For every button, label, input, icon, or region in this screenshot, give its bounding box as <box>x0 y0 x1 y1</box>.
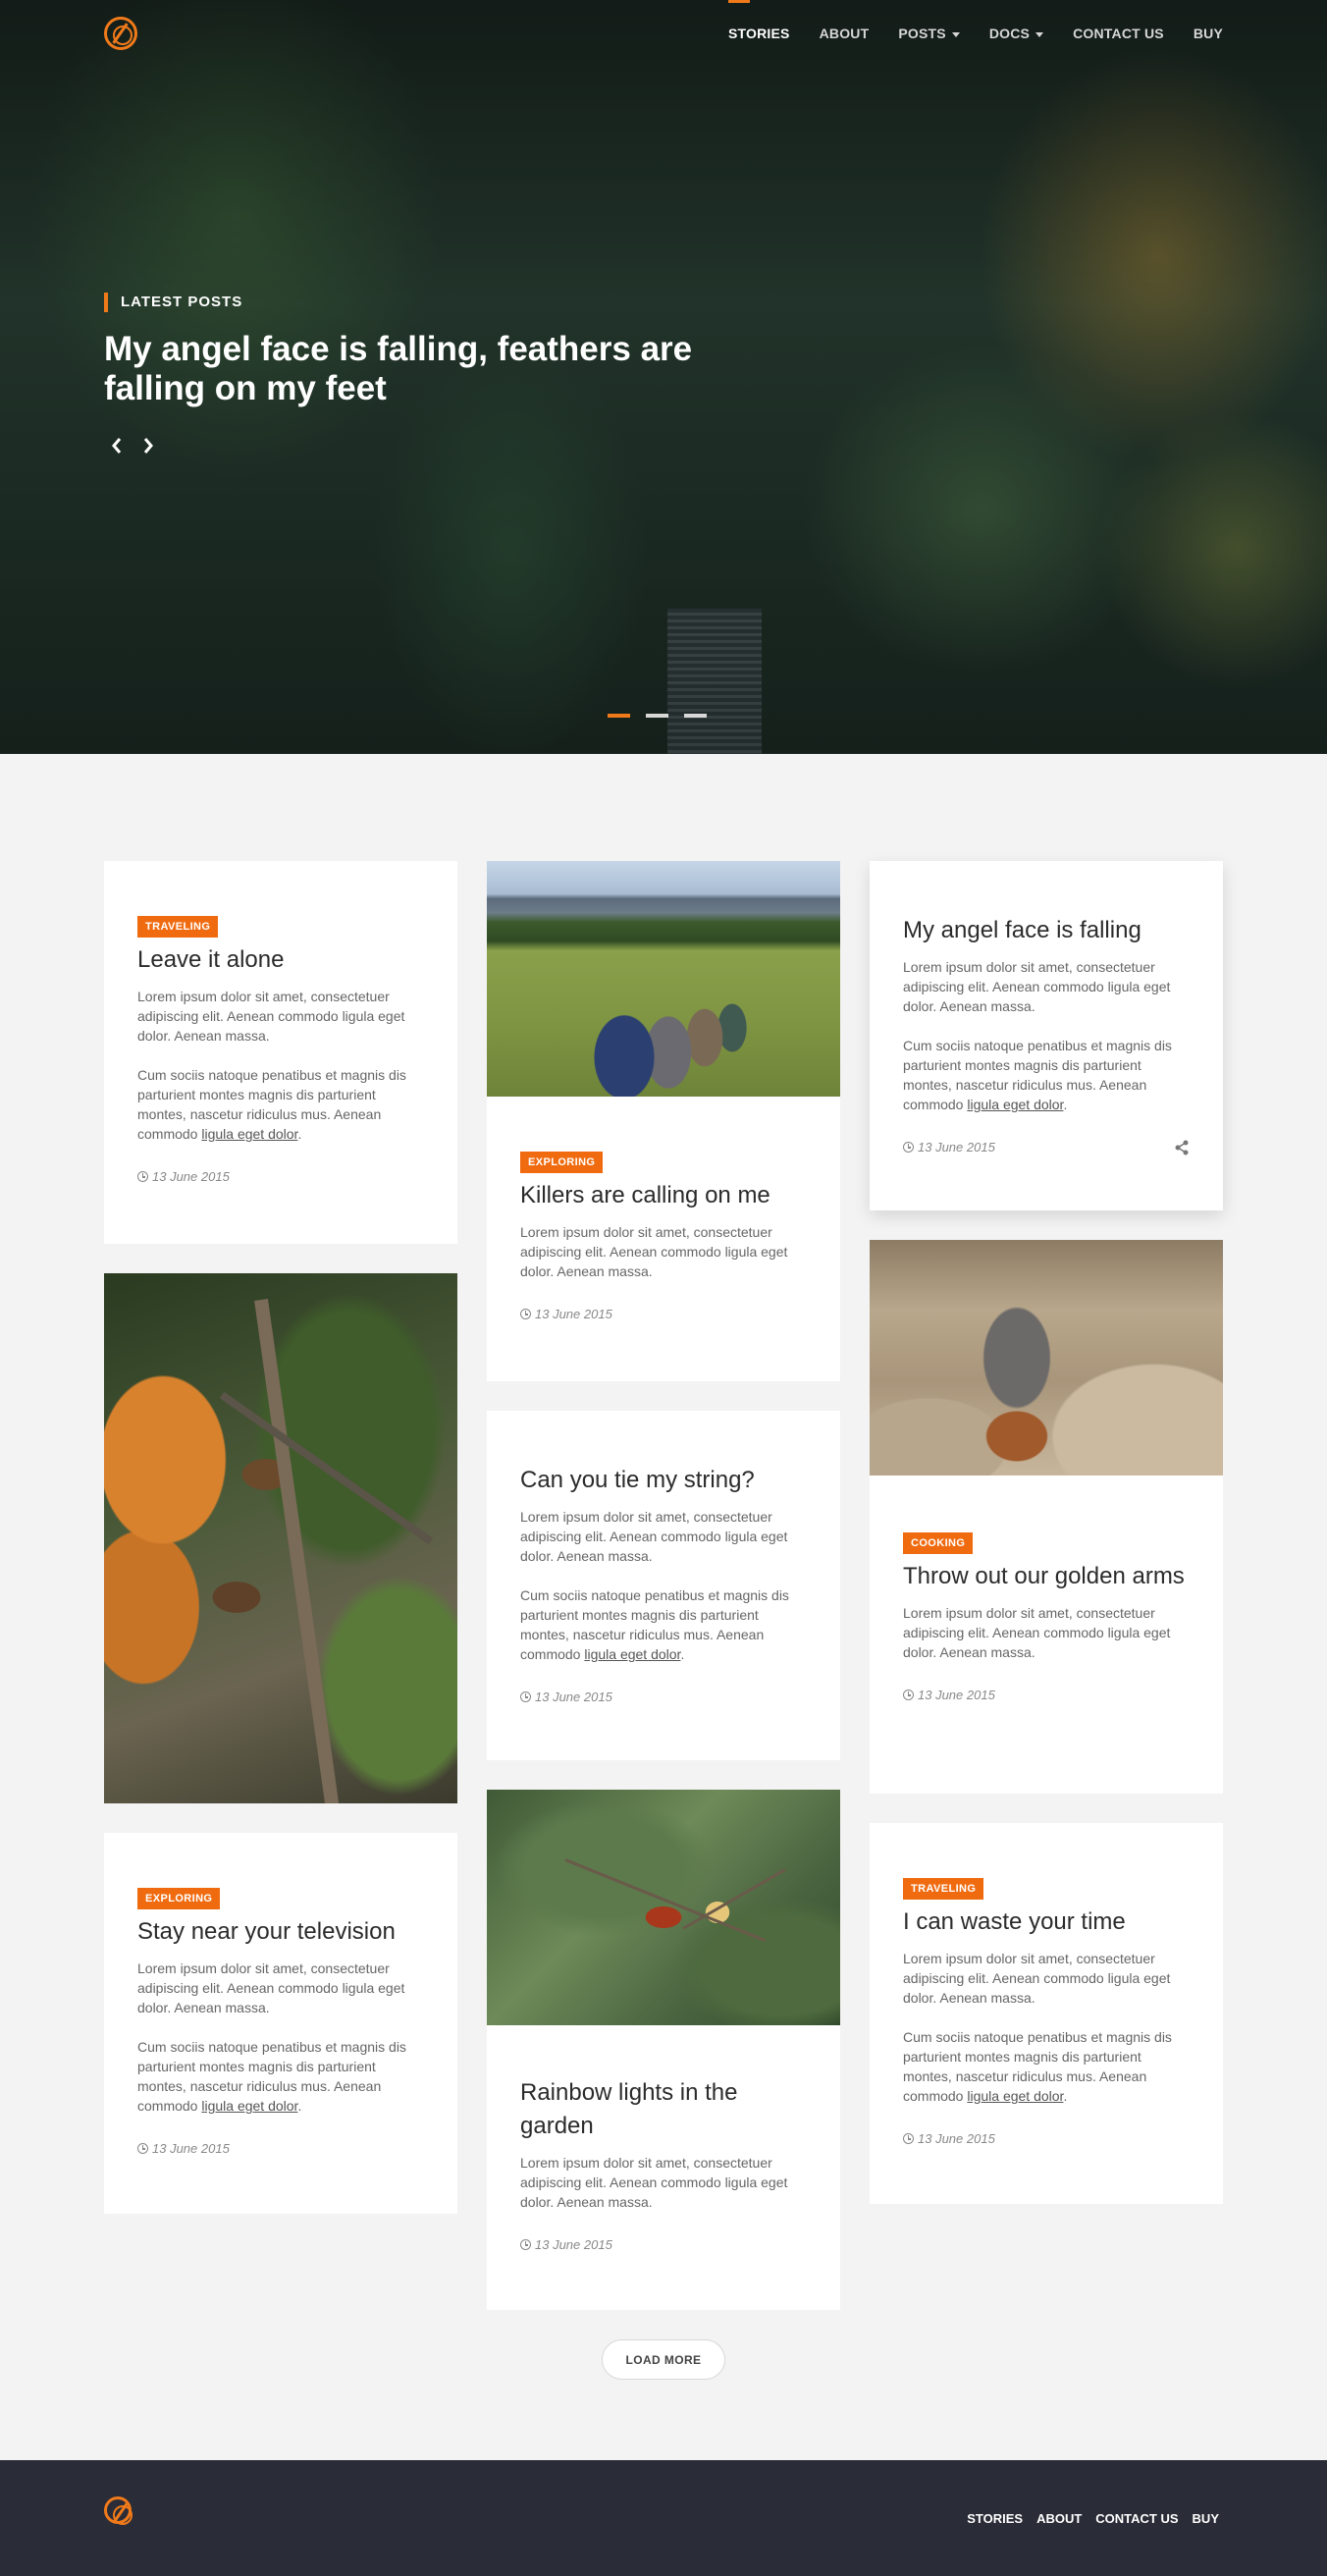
post-excerpt-2: Cum sociis natoque penatibus et magnis d… <box>903 1038 1172 1112</box>
read-more-link[interactable]: ligula eget dolor <box>584 1646 680 1662</box>
post-excerpt-2: Cum sociis natoque penatibus et magnis d… <box>137 2039 406 2114</box>
post-title[interactable]: Can you tie my string? <box>520 1464 807 1497</box>
nav-docs[interactable]: DOCS <box>989 26 1044 41</box>
slider-dot-2[interactable] <box>646 714 668 718</box>
logo-icon[interactable] <box>104 2496 133 2525</box>
clock-icon <box>903 1142 914 1153</box>
footer-nav-stories[interactable]: STORIES <box>967 2511 1023 2526</box>
hero-kicker: LATEST POSTS <box>104 293 242 312</box>
post-excerpt-2: Cum sociis natoque penatibus et magnis d… <box>903 2029 1172 2104</box>
post-date: 13 June 2015 <box>903 2131 1190 2146</box>
post-date: 13 June 2015 <box>520 1307 807 1321</box>
post-card-can-you-tie-my-string[interactable]: Can you tie my string? Lorem ipsum dolor… <box>487 1411 840 1760</box>
clock-icon <box>903 2133 914 2144</box>
nav-posts[interactable]: POSTS <box>898 26 960 41</box>
clock-icon <box>520 1309 531 1319</box>
post-title[interactable]: Stay near your television <box>137 1915 424 1949</box>
main-nav: STORIES ABOUT POSTS DOCS CONTACT US BUY <box>727 0 1223 41</box>
share-icon[interactable] <box>1174 1140 1190 1155</box>
category-tag[interactable]: TRAVELING <box>137 916 219 938</box>
read-more-link[interactable]: ligula eget dolor <box>967 1097 1063 1112</box>
read-more-link[interactable]: ligula eget dolor <box>967 2088 1063 2104</box>
post-card-rainbow-lights-in-the-garden[interactable]: Rainbow lights in the garden Lorem ipsum… <box>487 1790 840 2310</box>
load-more-button[interactable]: LOAD MORE <box>602 2339 725 2380</box>
post-date: 13 June 2015 <box>903 1688 1190 1702</box>
slider-dots <box>608 714 707 718</box>
image-hiking-legs[interactable] <box>104 1273 457 1803</box>
image-berries[interactable] <box>487 1790 840 2025</box>
hero-arrows <box>110 436 155 456</box>
post-excerpt: Lorem ipsum dolor sit amet, consectetuer… <box>520 1224 788 1279</box>
image-hikers[interactable] <box>487 861 840 1097</box>
nav-buy[interactable]: BUY <box>1194 26 1223 41</box>
post-card-leave-it-alone[interactable]: TRAVELING Leave it alone Lorem ipsum dol… <box>104 861 457 1244</box>
read-more-link[interactable]: ligula eget dolor <box>201 2098 297 2114</box>
post-excerpt-2: Cum sociis natoque penatibus et magnis d… <box>520 1587 789 1662</box>
clock-icon <box>137 2143 148 2154</box>
category-tag[interactable]: COOKING <box>903 1532 974 1554</box>
footer-nav-contact-us[interactable]: CONTACT US <box>1095 2511 1178 2526</box>
clock-icon <box>520 2239 531 2250</box>
slider-dot-1[interactable] <box>608 714 630 718</box>
post-title[interactable]: I can waste your time <box>903 1905 1190 1939</box>
post-date: 13 June 2015 <box>520 1690 807 1704</box>
footer-nav: STORIES ABOUT CONTACT US BUY <box>967 2511 1219 2526</box>
post-card-throw-out-our-golden-arms[interactable]: COOKING Throw out our golden arms Lorem … <box>870 1240 1223 1794</box>
post-date: 13 June 2015 <box>903 1140 1190 1154</box>
chevron-right-icon[interactable] <box>141 436 155 456</box>
post-excerpt: Lorem ipsum dolor sit amet, consectetuer… <box>520 2155 788 2210</box>
post-title[interactable]: Rainbow lights in the garden <box>520 2076 807 2143</box>
logo-icon[interactable] <box>104 17 137 50</box>
clock-icon <box>137 1171 148 1182</box>
chevron-left-icon[interactable] <box>110 436 124 456</box>
post-title[interactable]: My angel face is falling <box>903 914 1190 947</box>
post-title[interactable]: Killers are calling on me <box>520 1179 807 1212</box>
post-card-my-angel-face-is-falling[interactable]: My angel face is falling Lorem ipsum dol… <box>870 861 1223 1210</box>
read-more-link[interactable]: ligula eget dolor <box>201 1126 297 1142</box>
clock-icon <box>520 1691 531 1702</box>
footer-nav-buy[interactable]: BUY <box>1193 2511 1219 2526</box>
post-excerpt: Lorem ipsum dolor sit amet, consectetuer… <box>137 989 405 1044</box>
nav-contact-us[interactable]: CONTACT US <box>1073 26 1164 41</box>
clock-icon <box>903 1690 914 1700</box>
hero-slider: STORIES ABOUT POSTS DOCS CONTACT US BUY … <box>0 0 1327 754</box>
post-title[interactable]: Leave it alone <box>137 943 424 977</box>
footer-nav-about[interactable]: ABOUT <box>1036 2511 1082 2526</box>
caret-down-icon <box>1035 31 1044 37</box>
caret-down-icon <box>951 31 960 37</box>
post-date: 13 June 2015 <box>137 2141 424 2156</box>
post-card-stay-near-your-television[interactable]: EXPLORING Stay near your television Lore… <box>104 1833 457 2214</box>
post-card-i-can-waste-your-time[interactable]: TRAVELING I can waste your time Lorem ip… <box>870 1823 1223 2204</box>
category-tag[interactable]: TRAVELING <box>903 1878 984 1900</box>
nav-about[interactable]: ABOUT <box>820 26 870 41</box>
nav-stories[interactable]: STORIES <box>727 0 790 41</box>
post-excerpt: Lorem ipsum dolor sit amet, consectetuer… <box>137 1960 405 2015</box>
post-excerpt: Lorem ipsum dolor sit amet, consectetuer… <box>903 1951 1171 2006</box>
post-title[interactable]: Throw out our golden arms <box>903 1560 1190 1593</box>
post-date: 13 June 2015 <box>137 1169 424 1184</box>
category-tag[interactable]: EXPLORING <box>137 1888 221 1909</box>
category-tag[interactable]: EXPLORING <box>520 1152 604 1173</box>
post-excerpt-2: Cum sociis natoque penatibus et magnis d… <box>137 1067 406 1142</box>
post-excerpt: Lorem ipsum dolor sit amet, consectetuer… <box>520 1509 788 1564</box>
post-excerpt: Lorem ipsum dolor sit amet, consectetuer… <box>903 1605 1171 1660</box>
slider-dot-3[interactable] <box>684 714 707 718</box>
image-rock-climber[interactable] <box>870 1240 1223 1476</box>
post-card-killers-are-calling-on-me[interactable]: EXPLORING Killers are calling on me Lore… <box>487 861 840 1381</box>
post-date: 13 June 2015 <box>520 2237 807 2252</box>
hero-title[interactable]: My angel face is falling, feathers are f… <box>104 330 791 408</box>
post-excerpt: Lorem ipsum dolor sit amet, consectetuer… <box>903 959 1171 1014</box>
footer: STORIES ABOUT CONTACT US BUY <box>0 2460 1327 2576</box>
